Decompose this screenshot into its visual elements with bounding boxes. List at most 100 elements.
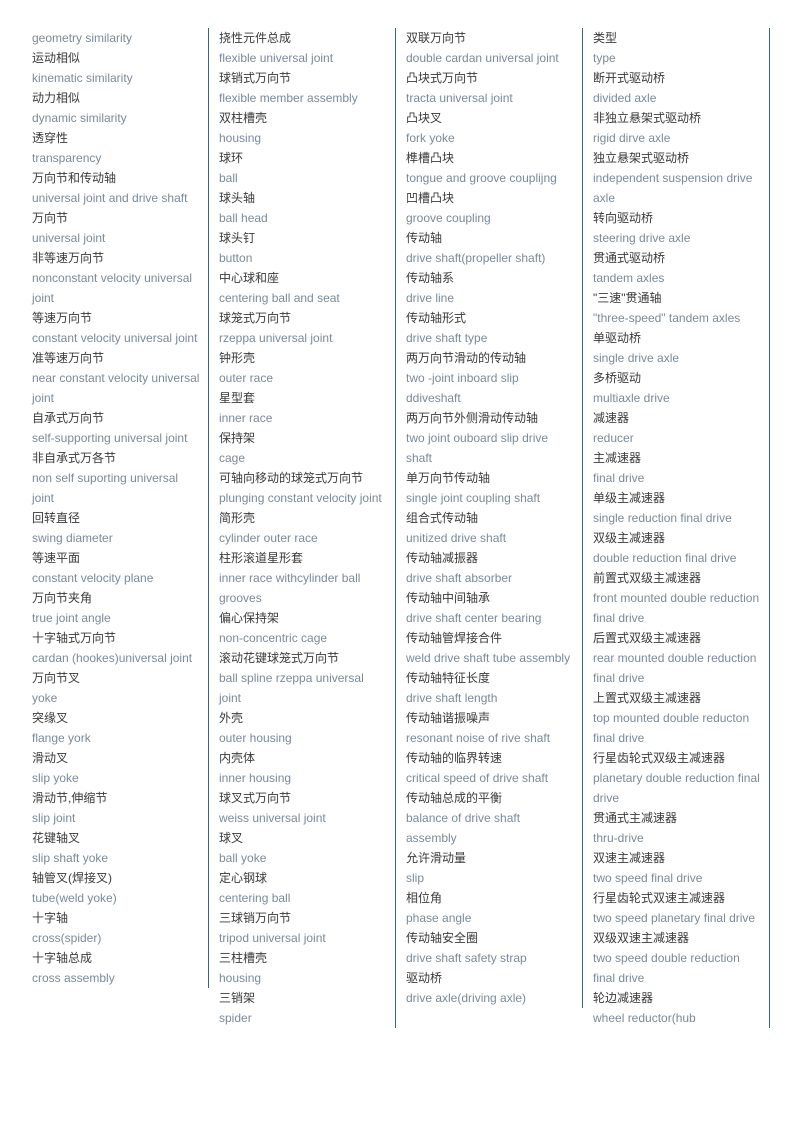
term-entry: 单万向节传动轴 single joint coupling shaft <box>406 468 574 508</box>
term-chinese: 单万向节传动轴 <box>406 471 491 485</box>
term-english: slip shaft yoke <box>32 851 109 865</box>
term-entry: 传动轴谐振噪声 resonant noise of rive shaft <box>406 708 574 748</box>
term-english: constant velocity universal joint <box>32 331 198 345</box>
term-chinese: 组合式传动轴 <box>406 511 479 525</box>
term-chinese: 轮边减速器 <box>593 991 654 1005</box>
term-chinese: 贯通式主减速器 <box>593 811 678 825</box>
term-entry: 球头轴 ball head <box>219 188 387 228</box>
term-entry: 偏心保持架 non-concentric cage <box>219 608 387 648</box>
term-entry: 球销式万向节 flexible member assembly <box>219 68 387 108</box>
term-chinese: 等速平面 <box>32 551 81 565</box>
term-chinese: 球叉式万向节 <box>219 791 292 805</box>
term-chinese: 非等速万向节 <box>32 251 105 265</box>
term-english: drive shaft center bearing <box>406 611 542 625</box>
term-english: constant velocity plane <box>32 571 154 585</box>
term-english: dynamic similarity <box>32 111 127 125</box>
glossary-column-3: 双联万向节 double cardan universal joint 凸块式万向节… <box>402 28 583 1008</box>
term-chinese: 滑动叉 <box>32 751 69 765</box>
term-entry: 传动轴的临界转速 critical speed of drive shaft <box>406 748 574 788</box>
term-chinese: 传动轴的临界转速 <box>406 751 503 765</box>
term-entry: 滑动叉 slip yoke <box>32 748 200 788</box>
term-entry: 透穿性 transparency <box>32 128 200 168</box>
term-english: drive shaft(propeller shaft) <box>406 251 546 265</box>
term-chinese: 双柱槽壳 <box>219 111 268 125</box>
term-entry: 单驱动桥 single drive axle <box>593 328 761 368</box>
term-chinese: 多桥驱动 <box>593 371 642 385</box>
term-english: top mounted double reducton final drive <box>593 711 750 745</box>
term-entry: 双速主减速器 two speed final drive <box>593 848 761 888</box>
term-english: two speed planetary final drive <box>593 911 756 925</box>
term-entry: 十字轴式万向节 cardan (hookes)universal joint <box>32 628 200 668</box>
term-chinese: 突缘叉 <box>32 711 69 725</box>
term-entry: 动力相似 dynamic similarity <box>32 88 200 128</box>
term-chinese: 双级双速主减速器 <box>593 931 690 945</box>
term-chinese: 非独立悬架式驱动桥 <box>593 111 702 125</box>
term-english: type <box>593 51 616 65</box>
term-english: spider <box>219 1011 252 1025</box>
term-entry: 行星齿轮式双速主减速器 two speed planetary final dri… <box>593 888 761 928</box>
term-chinese: 三球销万向节 <box>219 911 292 925</box>
term-english: housing <box>219 131 262 145</box>
term-english: universal joint and drive shaft <box>32 191 188 205</box>
term-english: flange york <box>32 731 91 745</box>
term-entry: 球笼式万向节 rzeppa universal joint <box>219 308 387 348</box>
term-entry: 万向节叉 yoke <box>32 668 200 708</box>
term-chinese: 后置式双级主减速器 <box>593 631 702 645</box>
term-english: balance of drive shaft assembly <box>406 811 521 845</box>
term-english: tube(weld yoke) <box>32 891 117 905</box>
term-english: button <box>219 251 253 265</box>
term-english: single drive axle <box>593 351 680 365</box>
term-english: rigid dirve axle <box>593 131 671 145</box>
term-chinese: 上置式双级主减速器 <box>593 691 702 705</box>
term-entry: 三球销万向节 tripod universal joint <box>219 908 387 948</box>
term-english: independent suspension drive axle <box>593 171 753 205</box>
term-english: universal joint <box>32 231 106 245</box>
term-english: groove coupling <box>406 211 491 225</box>
term-english: thru-drive <box>593 831 644 845</box>
term-chinese: 传动轴 <box>406 231 443 245</box>
term-entry: 球叉 ball yoke <box>219 828 387 868</box>
term-entry: 外壳 outer housing <box>219 708 387 748</box>
term-entry: 球叉式万向节 weiss universal joint <box>219 788 387 828</box>
term-english: self-supporting universal joint <box>32 431 188 445</box>
term-entry: 凸块式万向节 tracta universal joint <box>406 68 574 108</box>
term-english: centering ball and seat <box>219 291 340 305</box>
term-entry: 单级主减速器 single reduction final drive <box>593 488 761 528</box>
term-chinese: 三销架 <box>219 991 256 1005</box>
term-entry: 运动相似 kinematic similarity <box>32 48 200 88</box>
term-entry: 回转直径 swing diameter <box>32 508 200 548</box>
term-english: non self suporting universal joint <box>32 471 179 505</box>
term-chinese: 自承式万向节 <box>32 411 105 425</box>
term-chinese: 相位角 <box>406 891 443 905</box>
term-english: cylinder outer race <box>219 531 318 545</box>
term-chinese: 万向节夹角 <box>32 591 93 605</box>
term-english: outer race <box>219 371 274 385</box>
term-entry: 球头钉 button <box>219 228 387 268</box>
term-english: tracta universal joint <box>406 91 513 105</box>
term-entry: 三销架 spider <box>219 988 387 1028</box>
term-entry: 等速平面 constant velocity plane <box>32 548 200 588</box>
glossary-page: geometry similarity 运动相似 kinematic similar… <box>0 0 794 1123</box>
term-chinese: 万向节 <box>32 211 69 225</box>
term-entry: 非等速万向节 nonconstant velocity universal joi… <box>32 248 200 308</box>
term-chinese: 传动轴总成的平衡 <box>406 791 503 805</box>
term-entry: 双级双速主减速器 two speed double reduction final… <box>593 928 761 988</box>
term-entry: 贯通式驱动桥 tandem axles <box>593 248 761 288</box>
term-entry: 传动轴中间轴承 drive shaft center bearing <box>406 588 574 628</box>
term-chinese: 滚动花键球笼式万向节 <box>219 651 340 665</box>
term-english: inner race withcylinder ball grooves <box>219 571 361 605</box>
term-english: planetary double reduction final drive <box>593 771 760 805</box>
term-english: ball head <box>219 211 268 225</box>
term-chinese: 准等速万向节 <box>32 351 105 365</box>
term-english: weld drive shaft tube assembly <box>406 651 571 665</box>
term-chinese: 回转直径 <box>32 511 81 525</box>
term-entry: 减速器 reducer <box>593 408 761 448</box>
term-entry: 轴管叉(焊接叉) tube(weld yoke) <box>32 868 200 908</box>
term-english: two -joint inboard slip ddiveshaft <box>406 371 519 405</box>
term-entry: 相位角 phase angle <box>406 888 574 928</box>
term-chinese: 双级主减速器 <box>593 531 666 545</box>
term-entry: 允许滑动量 slip <box>406 848 574 888</box>
term-chinese: 贯通式驱动桥 <box>593 251 666 265</box>
term-english: front mounted double reduction final dri… <box>593 591 760 625</box>
term-entry: 传动轴特征长度 drive shaft length <box>406 668 574 708</box>
